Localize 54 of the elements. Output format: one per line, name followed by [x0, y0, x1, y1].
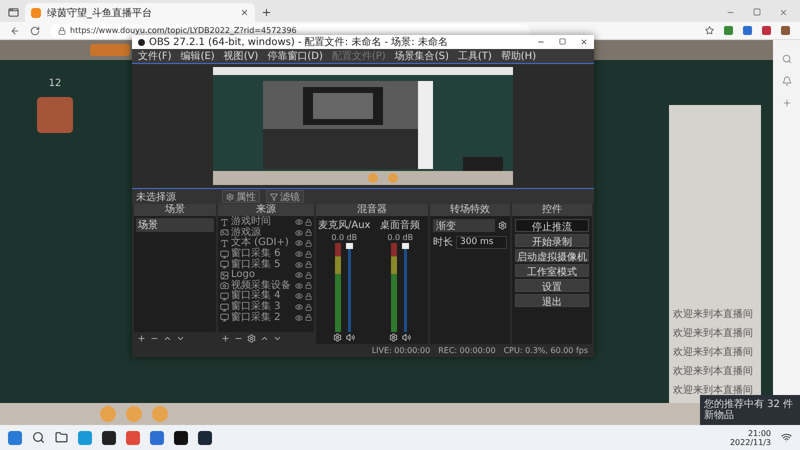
volume-reading: 0.0 dB	[331, 233, 358, 242]
dock-title: 场景	[134, 204, 216, 216]
browser-tab[interactable]: 绿茵守望_斗鱼直播平台	[25, 3, 255, 22]
live-status: LIVE: 00:00:00	[372, 346, 430, 355]
channel-name: 桌面音频	[380, 218, 420, 232]
rec-status: REC: 00:00:00	[438, 346, 496, 355]
dock-title: 混音器	[316, 204, 428, 216]
properties-button[interactable]: 属性	[222, 190, 260, 203]
control-button[interactable]: 启动虚拟摄像机	[515, 249, 589, 262]
dock-title: 来源	[218, 204, 314, 216]
source-item[interactable]: 视频采集设备	[231, 280, 293, 291]
filters-button[interactable]: 滤镜	[266, 190, 304, 203]
cpu-status: CPU: 0.3%, 60.00 fps	[504, 346, 588, 355]
duration-field[interactable]: 300 ms	[456, 236, 507, 248]
source-item[interactable]: Logo	[231, 270, 293, 280]
control-button[interactable]: 开始录制	[515, 234, 589, 247]
source-item[interactable]: 窗口采集 4	[231, 291, 293, 302]
window-title: OBS 27.2.1 (64-bit, windows) - 配置文件: 未命名 - 场景: 未命名	[149, 36, 448, 49]
source-item[interactable]: 窗口采集 2	[231, 312, 293, 323]
menu-item[interactable]: 编辑(E)	[180, 49, 215, 63]
chat-message: 欢迎来到本直播间	[673, 384, 754, 397]
source-item[interactable]: 游戏时间	[231, 217, 293, 228]
control-button[interactable]: 工作室模式	[515, 264, 589, 277]
source-item[interactable]: 窗口采集 6	[231, 249, 293, 260]
dock-title: 转场特效	[430, 204, 510, 216]
menu-item[interactable]: 文件(F)	[138, 49, 172, 63]
duration-label: 时长	[433, 236, 453, 249]
source-item[interactable]: 窗口采集 3	[231, 302, 293, 312]
viewer-count: 12	[48, 78, 62, 89]
menu-item[interactable]: 视图(V)	[224, 49, 258, 63]
menu-item[interactable]: 停靠窗口(D)	[267, 49, 323, 63]
clock-time: 21:00	[748, 428, 771, 438]
chat-message: 欢迎来到本直播间	[673, 364, 754, 378]
menu-item[interactable]: 场景集合(S)	[394, 49, 449, 63]
volume-reading: 0.0 dB	[387, 233, 414, 242]
source-item[interactable]: 窗口采集 5	[231, 260, 293, 270]
source-item[interactable]: 文本 (GDI+)	[231, 238, 293, 248]
clock-date: 2022/11/3	[730, 438, 771, 446]
control-button[interactable]: 停止推流	[515, 219, 589, 232]
channel-name: 麦克风/Aux	[318, 218, 370, 232]
control-button[interactable]: 设置	[515, 279, 589, 292]
menu-item[interactable]: 工具(T)	[458, 49, 492, 63]
menu-item[interactable]: 帮助(H)	[500, 49, 536, 63]
chat-message: 欢迎来到本直播间	[673, 308, 754, 321]
dock-title: 控件	[512, 204, 592, 216]
tab-title: 绿茵守望_斗鱼直播平台	[47, 6, 153, 20]
chat-message: 欢迎来到本直播间	[673, 326, 754, 340]
scene-item[interactable]: 场景	[136, 218, 214, 232]
no-source-label: 未选择源	[136, 190, 177, 204]
control-button[interactable]: 退出	[515, 294, 589, 307]
transition-select[interactable]: 渐变	[433, 219, 495, 232]
notification-toast[interactable]: 您的推荐中有 32 件新物品	[700, 395, 800, 425]
chat-message: 欢迎来到本直播间	[673, 346, 754, 359]
source-item[interactable]: 游戏源	[231, 228, 293, 238]
